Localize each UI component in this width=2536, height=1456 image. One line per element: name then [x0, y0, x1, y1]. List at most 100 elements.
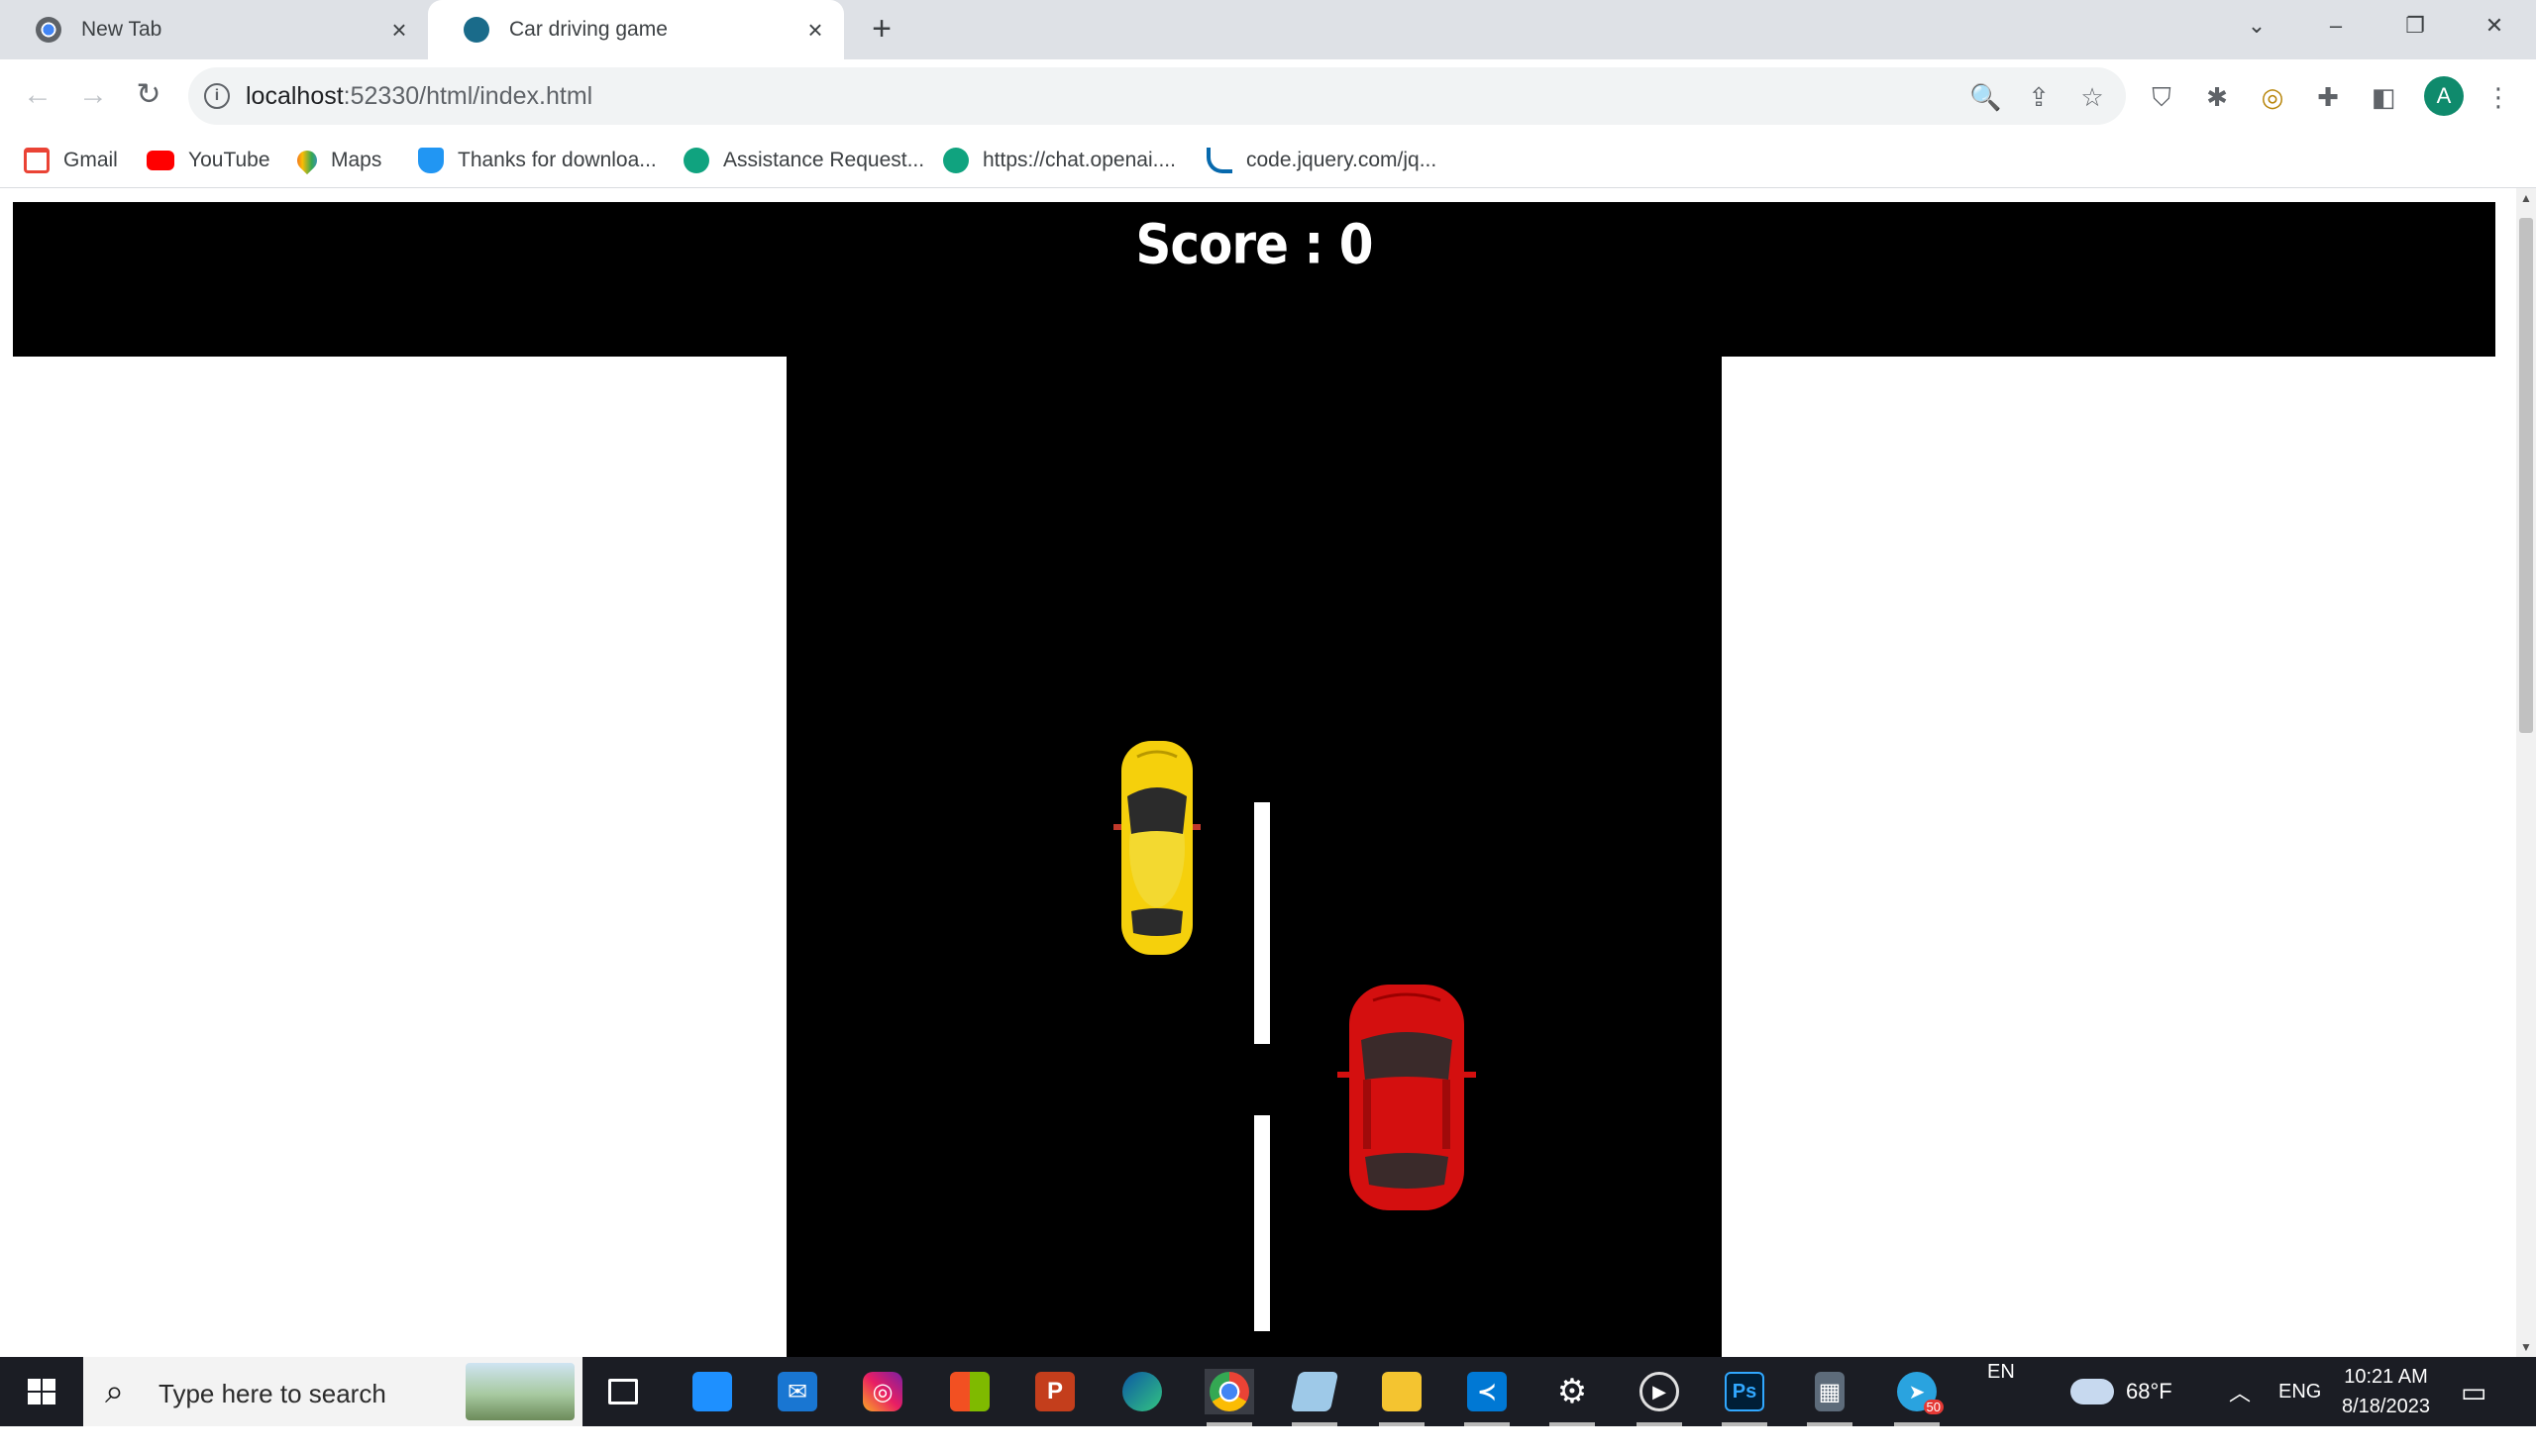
- tab-title: New Tab: [81, 18, 162, 41]
- weather-widget[interactable]: 68°F: [2070, 1357, 2172, 1426]
- running-indicator: [1379, 1422, 1425, 1426]
- player-car: [1337, 985, 1476, 1210]
- gmail-icon: [24, 148, 50, 173]
- swirl-extension-icon[interactable]: ◎: [2257, 81, 2288, 113]
- car-rear-window: [1131, 908, 1183, 936]
- url-path: :52330/html/index.html: [343, 82, 593, 110]
- running-indicator: [1637, 1422, 1682, 1426]
- page-scrollbar[interactable]: ▲ ▼: [2516, 188, 2536, 1357]
- side-panel-icon[interactable]: ◧: [2368, 81, 2399, 113]
- address-bar[interactable]: i localhost:52330/html/index.html 🔍 ⇪ ☆: [188, 67, 2126, 125]
- mail-icon[interactable]: ✉: [773, 1369, 822, 1414]
- extensions-puzzle-icon[interactable]: ✚: [2312, 81, 2344, 113]
- tab-car-driving-game[interactable]: Car driving game ×: [428, 0, 844, 59]
- running-indicator: [1207, 1422, 1252, 1426]
- reload-button[interactable]: ↻: [129, 75, 168, 115]
- running-indicator: [1292, 1422, 1337, 1426]
- taskbar-search[interactable]: ⌕ Type here to search: [83, 1357, 582, 1426]
- cloud-icon: [2070, 1379, 2114, 1404]
- bookmark-chat-openai[interactable]: https://chat.openai....: [943, 143, 1176, 178]
- chrome-taskbar-icon[interactable]: [1205, 1369, 1254, 1426]
- chrome-icon: [36, 17, 61, 43]
- road[interactable]: [787, 357, 1722, 1456]
- calculator-icon[interactable]: ▦: [1805, 1369, 1854, 1426]
- input-language[interactable]: ENG: [2278, 1357, 2321, 1426]
- lane-marker: [1254, 802, 1270, 1044]
- shield-icon: [418, 148, 444, 173]
- running-indicator: [1722, 1422, 1767, 1426]
- restore-button[interactable]: ❐: [2385, 6, 2445, 46]
- media-player-icon[interactable]: ▶: [1635, 1369, 1684, 1426]
- bookmark-jquery[interactable]: code.jquery.com/jq...: [1207, 143, 1436, 178]
- bug-extension-icon[interactable]: ✱: [2201, 81, 2233, 113]
- weather-temp: 68°F: [2126, 1379, 2172, 1404]
- clock[interactable]: 10:21 AM 8/18/2023: [2342, 1357, 2430, 1426]
- search-icon: ⌕: [105, 1373, 125, 1410]
- jquery-icon: [1207, 148, 1232, 173]
- windows-start-icon[interactable]: [14, 1371, 69, 1412]
- bookmark-assistance-request[interactable]: Assistance Request...: [684, 143, 924, 178]
- openai-icon: [943, 148, 969, 173]
- globe-icon: [464, 17, 489, 43]
- edge-icon[interactable]: [1117, 1369, 1167, 1414]
- tab-title: Car driving game: [509, 18, 668, 41]
- bookmark-youtube[interactable]: YouTube: [147, 143, 270, 178]
- new-tab-button[interactable]: +: [864, 12, 899, 48]
- car-windshield: [1127, 787, 1187, 834]
- bookmark-maps[interactable]: Maps: [292, 143, 381, 178]
- score-label: Score : 0: [1135, 213, 1373, 276]
- menu-kebab-icon[interactable]: ⋮: [2483, 81, 2514, 113]
- close-tab-icon[interactable]: ×: [800, 15, 830, 45]
- forward-button[interactable]: →: [73, 75, 113, 115]
- language-indicator[interactable]: EN: [1987, 1337, 2015, 1406]
- notes-app-icon[interactable]: [1290, 1369, 1339, 1426]
- widgets-icon[interactable]: [687, 1369, 737, 1414]
- url-text[interactable]: localhost:52330/html/index.html: [246, 82, 592, 111]
- browser-toolbar: ← → ↻ i localhost:52330/html/index.html …: [0, 59, 2536, 133]
- bookmark-star-icon[interactable]: ☆: [2076, 81, 2108, 113]
- enemy-car: [1113, 741, 1201, 955]
- clock-date: 8/18/2023: [2342, 1396, 2430, 1417]
- instagram-icon[interactable]: ◎: [858, 1369, 907, 1414]
- running-indicator: [1807, 1422, 1852, 1426]
- running-indicator: [1894, 1422, 1940, 1426]
- close-tab-icon[interactable]: ×: [384, 15, 414, 45]
- lane-marker: [1254, 1115, 1270, 1331]
- tab-search-icon[interactable]: ⌄: [2227, 6, 2286, 46]
- telegram-icon[interactable]: ➤ 50: [1892, 1369, 1944, 1426]
- minimize-button[interactable]: –: [2306, 6, 2366, 46]
- site-info-icon[interactable]: i: [204, 83, 230, 109]
- notification-icon[interactable]: ▭: [2461, 1357, 2486, 1426]
- running-indicator: [1549, 1422, 1595, 1426]
- back-button[interactable]: ←: [18, 75, 57, 115]
- search-placeholder: Type here to search: [158, 1379, 386, 1408]
- tab-strip: New Tab × Car driving game × + ⌄ – ❐ ✕: [0, 0, 2536, 59]
- chevron-up-icon[interactable]: ︿: [2229, 1357, 2251, 1426]
- close-window-button[interactable]: ✕: [2465, 6, 2524, 46]
- tab-new-tab[interactable]: New Tab ×: [0, 0, 428, 59]
- clock-time: 10:21 AM: [2344, 1366, 2428, 1388]
- share-icon[interactable]: ⇪: [2023, 81, 2055, 113]
- photoshop-icon[interactable]: Ps: [1720, 1369, 1769, 1426]
- bookmark-thanks-for-download[interactable]: Thanks for downloa...: [418, 143, 657, 178]
- task-view-icon[interactable]: [598, 1369, 648, 1414]
- score-bar: Score : 0: [13, 202, 2495, 357]
- page-content: Score : 0: [0, 188, 2516, 1456]
- bookmark-gmail[interactable]: Gmail: [24, 143, 118, 178]
- bookmarks-bar: Gmail YouTube Maps Thanks for downloa...…: [0, 133, 2536, 188]
- scrollbar-thumb[interactable]: [2519, 218, 2533, 733]
- scroll-down-arrow-icon[interactable]: ▼: [2516, 1337, 2536, 1357]
- file-explorer-icon[interactable]: [1377, 1369, 1426, 1426]
- scroll-up-arrow-icon[interactable]: ▲: [2516, 188, 2536, 208]
- youtube-icon: [147, 151, 174, 170]
- telegram-badge: 50: [1923, 1400, 1944, 1414]
- settings-gear-icon[interactable]: ⚙: [1547, 1369, 1597, 1426]
- url-host: localhost: [246, 82, 344, 110]
- microsoft-store-icon[interactable]: [945, 1369, 995, 1414]
- vscode-icon[interactable]: ≺: [1462, 1369, 1512, 1426]
- shield-extension-icon[interactable]: ⛉: [2146, 81, 2177, 113]
- profile-avatar[interactable]: A: [2424, 76, 2464, 116]
- zoom-icon[interactable]: 🔍: [1969, 81, 2001, 113]
- maps-pin-icon: [292, 146, 322, 175]
- powerpoint-icon[interactable]: P: [1030, 1369, 1080, 1414]
